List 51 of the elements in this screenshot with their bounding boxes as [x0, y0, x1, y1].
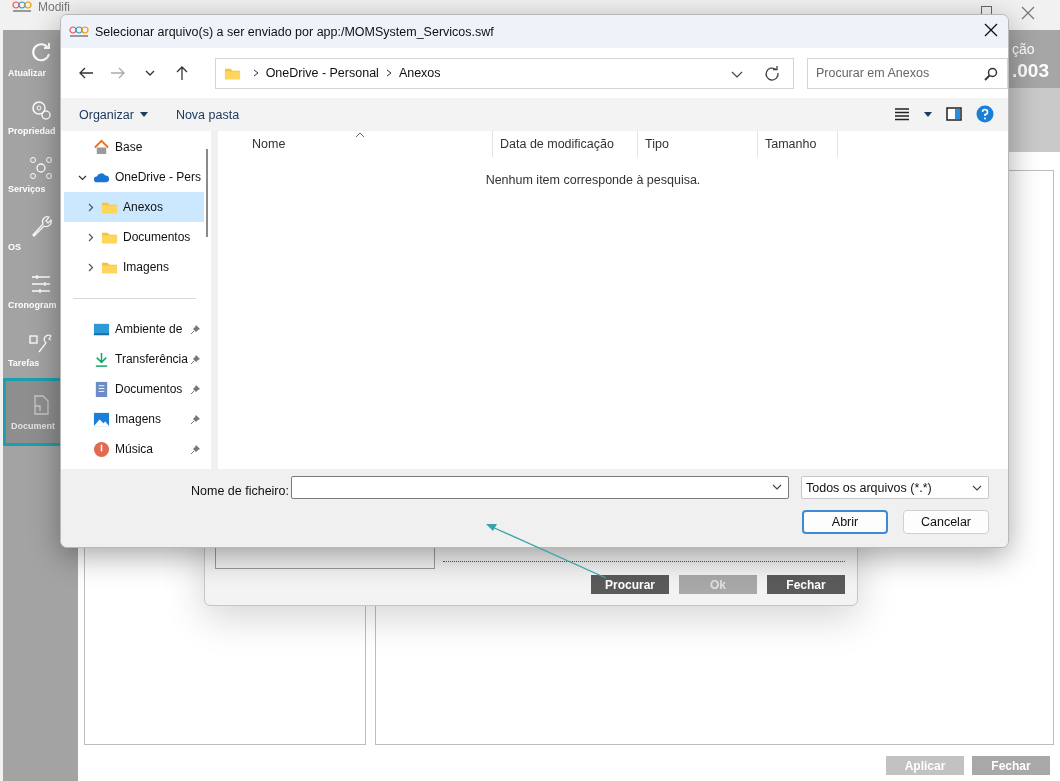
- view-list-icon[interactable]: [894, 105, 910, 123]
- scrollbar-thumb[interactable]: [206, 149, 208, 237]
- dialog-button[interactable]: Abrir: [802, 510, 888, 534]
- header-text: .003: [1012, 60, 1049, 82]
- field-label: Nome de ficheiro:: [191, 484, 289, 498]
- caret-icon[interactable]: [924, 111, 932, 117]
- empty-message: Nenhum item corresponde à pesquisa.: [484, 173, 702, 187]
- column-header[interactable]: Data de modificação: [493, 131, 638, 157]
- refresh-icon[interactable]: [763, 65, 780, 82]
- picture-icon: [93, 410, 110, 428]
- nodes-icon: [28, 156, 53, 180]
- app-logo-icon: [12, 1, 32, 13]
- breadcrumb-item[interactable]: Anexos: [398, 66, 441, 80]
- chevron-down-icon: [972, 484, 982, 492]
- file-type-dropdown[interactable]: Todos os arquivos (*.*): [801, 476, 989, 499]
- download-icon: [93, 350, 110, 368]
- address-bar[interactable]: OneDrive - Personal Anexos: [214, 57, 794, 89]
- breadcrumb-item[interactable]: OneDrive - Personal: [265, 66, 379, 80]
- search-field[interactable]: Procurar em Anexos: [806, 57, 1008, 89]
- dialog-title: Selecionar arquivo(s) a ser enviado por app:/MOMSystem_Servicos.swf: [95, 24, 494, 39]
- dialog-button[interactable]: Fechar: [767, 575, 845, 594]
- dialog-button[interactable]: Cancelar: [903, 510, 989, 534]
- chevron-down-icon: [772, 483, 782, 491]
- file-name-field[interactable]: [291, 476, 789, 499]
- chevron-right-icon: [251, 69, 260, 77]
- back-arrow-icon[interactable]: [77, 65, 94, 81]
- help-icon[interactable]: [976, 105, 994, 123]
- sidebar-label: Document: [11, 421, 55, 431]
- sidebar-label: Atualizar: [8, 68, 46, 78]
- dialog-button[interactable]: Procurar: [591, 575, 669, 594]
- music-icon: [93, 440, 110, 458]
- preview-pane-icon[interactable]: [946, 105, 962, 123]
- chevron-right-icon: [384, 69, 393, 77]
- sidebar-label: Serviços: [8, 184, 46, 194]
- document-icon: [93, 380, 110, 398]
- column-header[interactable]: Tamanho: [758, 131, 838, 157]
- sidebar-label: OS: [8, 242, 21, 252]
- header-text: ção: [1012, 41, 1035, 57]
- sidebar-label: Tarefas: [8, 358, 40, 368]
- nav-item[interactable]: Anexos: [64, 192, 204, 222]
- command-button[interactable]: Nova pasta: [167, 103, 248, 126]
- close-icon[interactable]: [984, 23, 998, 37]
- sidebar-label: Cronogram: [8, 300, 57, 310]
- sidebar-label: Propriedad: [8, 126, 56, 136]
- search-icon[interactable]: [983, 66, 998, 81]
- column-header[interactable]: Tipo: [638, 131, 758, 157]
- sort-caret-icon: [355, 132, 365, 138]
- column-header[interactable]: Nome: [218, 131, 493, 157]
- window-title: Modifi: [38, 1, 70, 14]
- app-logo-icon: [69, 25, 89, 38]
- home-icon: [93, 138, 110, 156]
